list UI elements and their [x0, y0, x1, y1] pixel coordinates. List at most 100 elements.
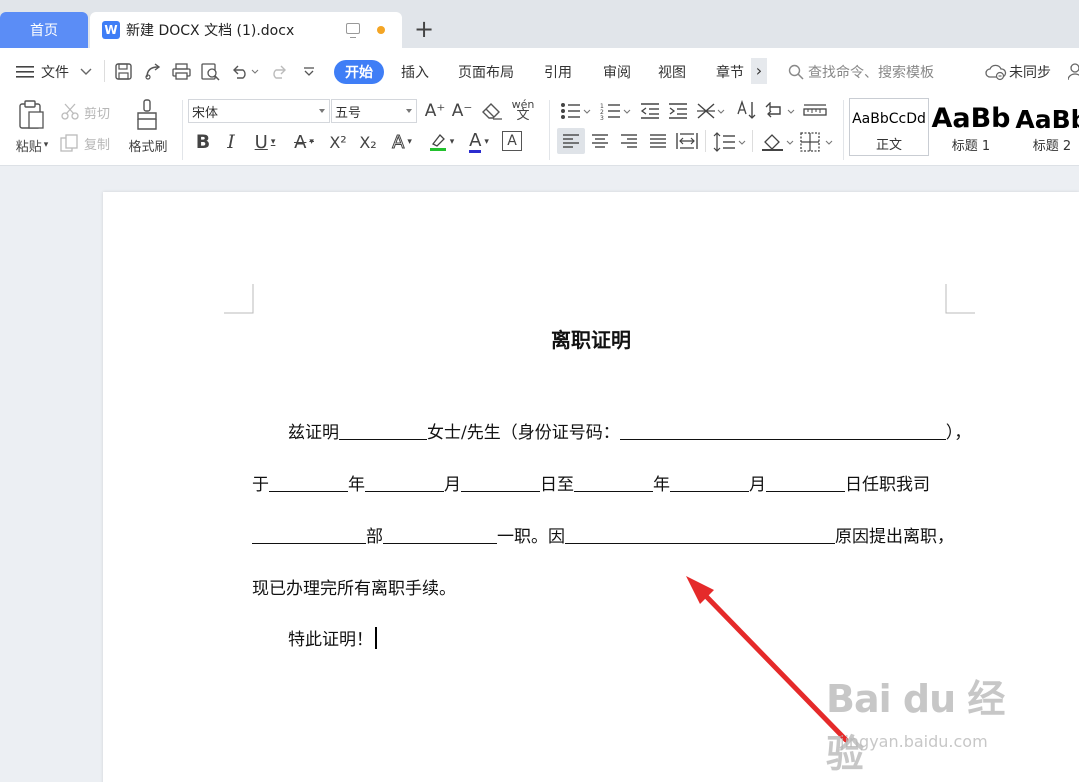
- paragraph-line-5[interactable]: 特此证明！: [288, 625, 373, 650]
- style-heading-2[interactable]: AaBb 标题 2: [1012, 98, 1079, 156]
- divider: [182, 100, 183, 160]
- grow-font-button[interactable]: A⁺: [424, 100, 446, 122]
- style-name: 标题 2: [1032, 139, 1072, 154]
- phonetic-guide-button[interactable]: wén 文: [509, 98, 537, 122]
- document-tab-title: 新建 DOCX 文档 (1).docx: [126, 23, 295, 39]
- watermark-url: jingyan.baidu.com: [840, 732, 988, 751]
- monitor-icon[interactable]: [346, 23, 360, 38]
- cloud-sync-icon[interactable]: [985, 63, 1007, 81]
- hamburger-icon[interactable]: [16, 65, 34, 79]
- underline-button[interactable]: U ▾: [248, 130, 282, 154]
- strikethrough-button[interactable]: A ▾: [287, 130, 321, 154]
- paste-icon[interactable]: [17, 100, 45, 130]
- menu-start[interactable]: 开始: [334, 60, 384, 84]
- chevron-down-icon[interactable]: [80, 68, 92, 76]
- style-name: 标题 1: [951, 139, 991, 154]
- distributed-align-icon[interactable]: [676, 132, 698, 150]
- style-preview: AaBb: [1015, 105, 1079, 134]
- style-name: 正文: [875, 138, 902, 153]
- justify-icon[interactable]: [649, 133, 667, 149]
- wps-writer-icon: W: [102, 21, 120, 39]
- menu-more-button[interactable]: ›: [751, 58, 767, 84]
- menu-insert[interactable]: 插入: [401, 62, 429, 82]
- font-size-select[interactable]: 五号: [331, 99, 417, 123]
- menu-page-layout[interactable]: 页面布局: [458, 62, 514, 82]
- italic-button[interactable]: I: [220, 130, 242, 154]
- paragraph-line-4[interactable]: 现已办理完所有离职手续。: [252, 574, 456, 599]
- print-preview-icon[interactable]: [201, 63, 220, 81]
- highlighter-icon: [429, 134, 446, 151]
- line-break-icon[interactable]: [764, 102, 796, 120]
- font-color-button[interactable]: A ▾: [462, 130, 496, 154]
- search-icon: [788, 64, 804, 80]
- undo-icon[interactable]: [231, 64, 259, 79]
- format-painter-icon[interactable]: [135, 99, 159, 131]
- margin-corner-mark: [224, 284, 254, 314]
- document-title[interactable]: 离职证明: [103, 324, 1079, 353]
- menu-review[interactable]: 审阅: [603, 62, 631, 82]
- superscript-button[interactable]: X²: [325, 130, 351, 154]
- divider: [843, 100, 844, 160]
- redo-icon[interactable]: [270, 64, 288, 79]
- menu-file[interactable]: 文件: [41, 62, 69, 82]
- export-icon[interactable]: [144, 63, 162, 80]
- cut-button[interactable]: 剪切: [60, 101, 110, 123]
- font-name-select[interactable]: 宋体: [188, 99, 330, 123]
- unsaved-dot-icon: [377, 26, 385, 34]
- margin-corner-mark: [945, 284, 975, 314]
- numbered-list-icon[interactable]: 123: [600, 102, 632, 120]
- scissors-icon: [61, 103, 79, 120]
- borders-icon[interactable]: [800, 132, 834, 152]
- clear-format-icon[interactable]: [481, 102, 503, 120]
- shading-icon[interactable]: [761, 132, 795, 152]
- divider: [104, 60, 105, 82]
- align-right-icon[interactable]: [620, 133, 638, 149]
- shrink-font-button[interactable]: A⁻: [451, 100, 473, 122]
- new-tab-button[interactable]: +: [410, 14, 438, 44]
- text-effect-button[interactable]: A ▾: [385, 130, 419, 154]
- style-preview: AaBbCcDd: [852, 111, 926, 127]
- tab-home[interactable]: 首页: [0, 12, 88, 48]
- bullet-list-icon[interactable]: [560, 102, 592, 120]
- user-icon[interactable]: [1068, 63, 1079, 81]
- svg-text:3: 3: [600, 115, 604, 120]
- style-heading-1[interactable]: AaBb 标题 1: [931, 98, 1011, 156]
- ruler-icon[interactable]: [803, 102, 827, 120]
- divider: [752, 130, 753, 152]
- sort-icon[interactable]: [736, 100, 758, 120]
- command-search-input[interactable]: 查找命令、搜索模板: [808, 62, 934, 82]
- paste-button[interactable]: 粘贴 ▾: [10, 136, 54, 155]
- align-center-icon[interactable]: [591, 133, 609, 149]
- paragraph-line-3[interactable]: 部一职。因 原因提出离职，: [252, 522, 954, 547]
- highlight-button[interactable]: ▾: [424, 130, 458, 154]
- chinese-layout-icon[interactable]: [696, 102, 726, 120]
- format-painter-button[interactable]: 格式刷: [124, 136, 172, 155]
- copy-icon: [60, 134, 78, 152]
- divider: [549, 100, 550, 160]
- subscript-button[interactable]: X₂: [355, 130, 381, 154]
- menu-chapter[interactable]: 章节: [716, 62, 744, 82]
- menu-references[interactable]: 引用: [544, 62, 572, 82]
- copy-button[interactable]: 复制: [60, 132, 110, 154]
- style-preview: AaBb: [931, 103, 1011, 134]
- line-spacing-icon[interactable]: [713, 132, 747, 152]
- watermark-logo: Bai du 经验: [826, 677, 1005, 776]
- bold-button[interactable]: B: [192, 130, 214, 154]
- decrease-indent-icon[interactable]: [640, 102, 660, 120]
- paragraph-line-1[interactable]: 兹证明 女士/先生（身份证号码：），: [288, 418, 971, 443]
- print-icon[interactable]: [172, 63, 191, 80]
- paragraph-line-2[interactable]: 于年月日至年月日任职我司: [252, 470, 930, 495]
- align-left-icon[interactable]: [562, 133, 580, 149]
- divider: [705, 130, 706, 152]
- sync-status[interactable]: 未同步: [1009, 62, 1051, 82]
- increase-indent-icon[interactable]: [668, 102, 688, 120]
- text-cursor: [375, 627, 377, 649]
- character-border-button[interactable]: A: [502, 131, 522, 151]
- menu-bar: 文件 开始 插入 页面布局 引用 审阅 视图 章节 › 查找命令、搜索模板 未同…: [0, 48, 1079, 94]
- tab-bar: 首页 W 新建 DOCX 文档 (1).docx +: [0, 0, 1079, 48]
- customize-toolbar-icon[interactable]: [303, 67, 315, 77]
- save-icon[interactable]: [115, 63, 132, 80]
- menu-view[interactable]: 视图: [658, 62, 686, 82]
- tab-document[interactable]: W 新建 DOCX 文档 (1).docx: [90, 12, 402, 48]
- style-normal[interactable]: AaBbCcDd 正文: [849, 98, 929, 156]
